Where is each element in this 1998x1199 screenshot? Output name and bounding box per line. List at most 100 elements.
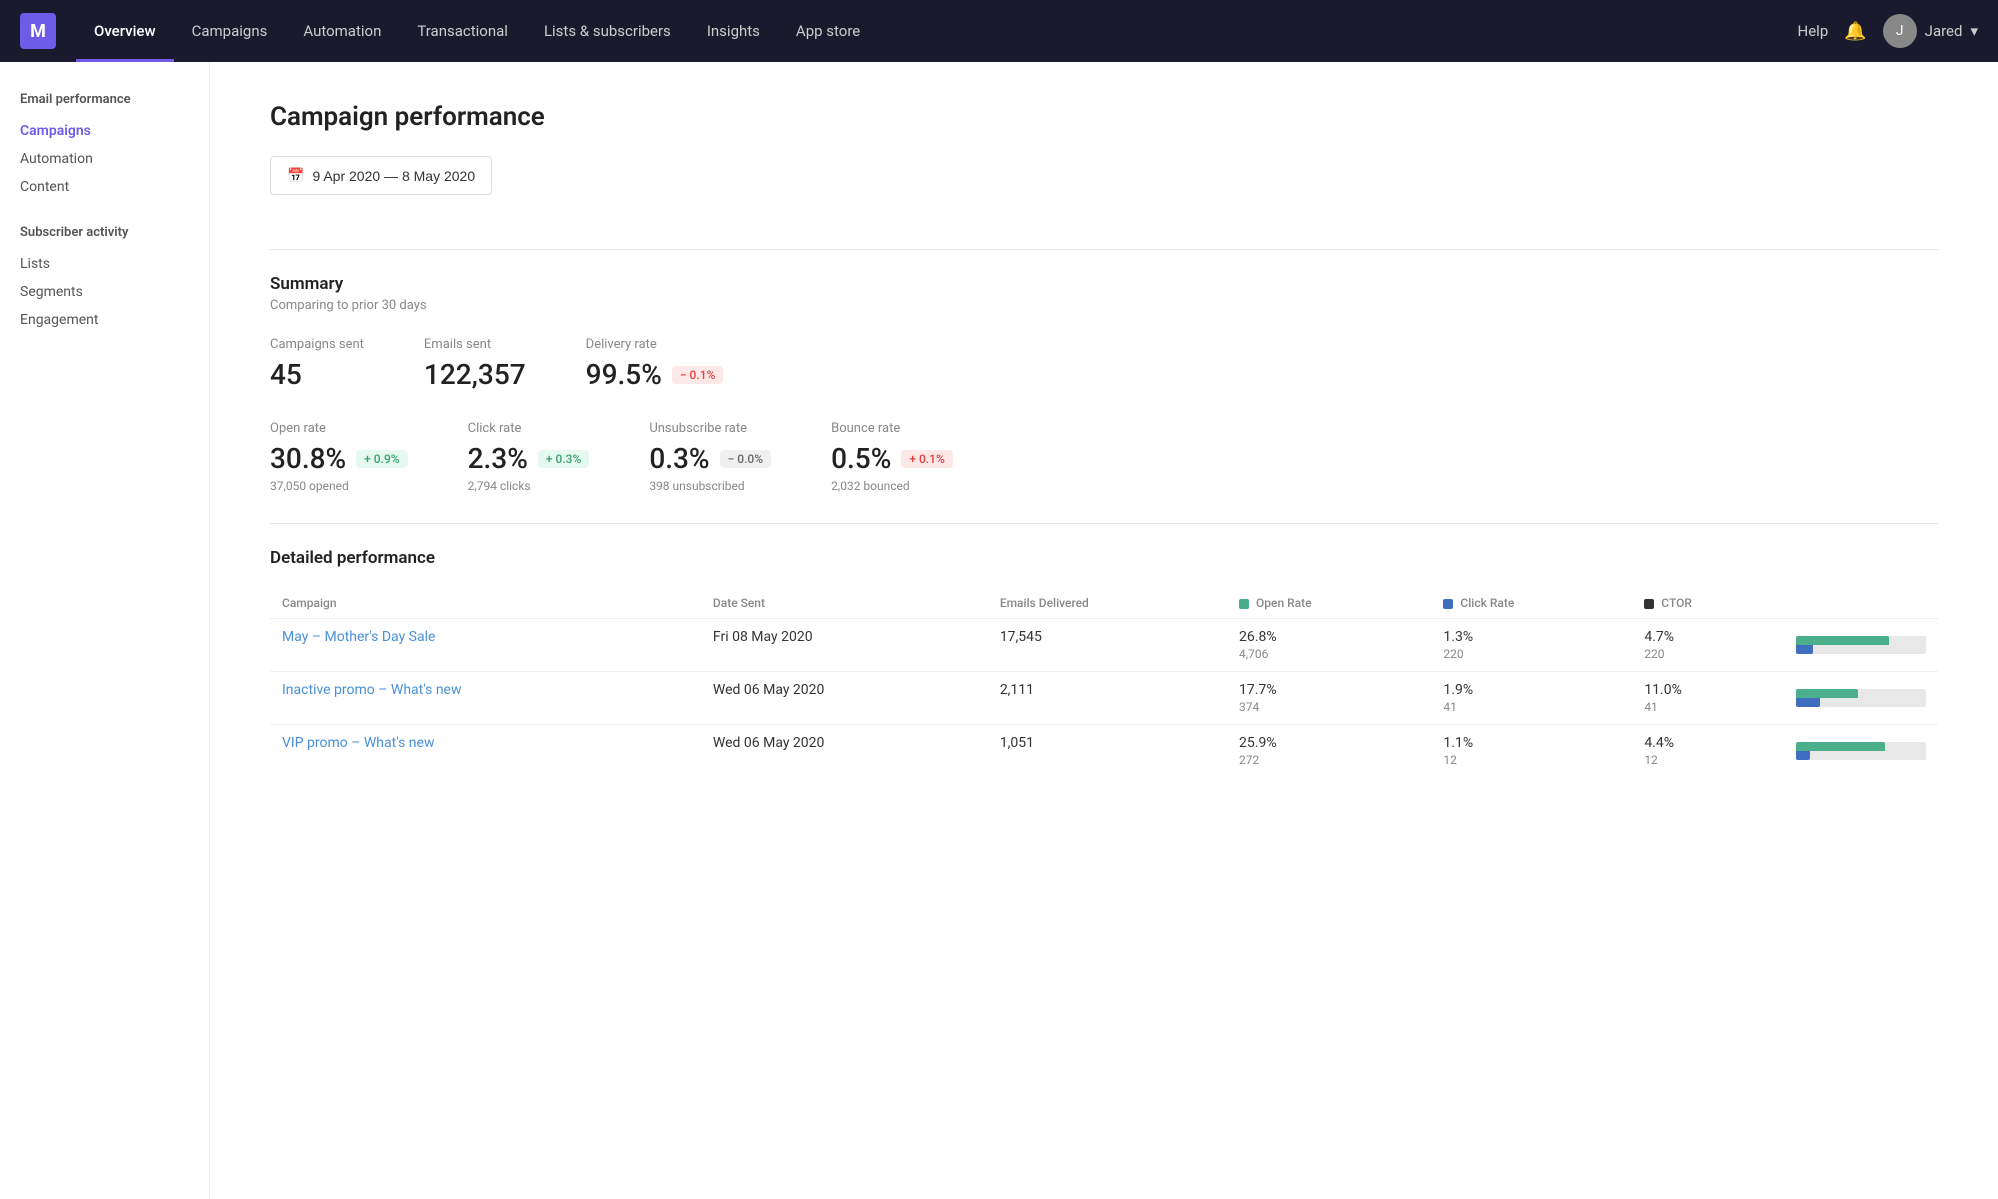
cell-emails-delivered: 2,111	[988, 672, 1227, 725]
stat-label: Open rate	[270, 421, 408, 436]
stat-delivery-rate: Delivery rate 99.5% − 0.1%	[586, 337, 724, 391]
open-rate-indicator	[1239, 599, 1249, 609]
col-date-sent: Date Sent	[701, 588, 988, 619]
cell-open-rate: 25.9% 272	[1227, 725, 1431, 778]
sidebar-item-engagement[interactable]: Engagement	[20, 306, 189, 334]
logo[interactable]: M	[20, 13, 56, 49]
stats-row-2: Open rate 30.8% + 0.9% 37,050 opened Cli…	[270, 421, 1938, 493]
bar-chart	[1796, 738, 1926, 764]
cell-ctor: 11.0% 41	[1632, 672, 1784, 725]
nav-item-campaigns[interactable]: Campaigns	[174, 0, 286, 62]
main-layout: Email performance Campaigns Automation C…	[0, 62, 1998, 1199]
bar-click	[1796, 698, 1820, 707]
cell-open-rate: 26.8% 4,706	[1227, 619, 1431, 672]
bar-open	[1796, 636, 1889, 645]
stat-bounce-rate: Bounce rate 0.5% + 0.1% 2,032 bounced	[831, 421, 953, 493]
top-navigation: M Overview Campaigns Automation Transact…	[0, 0, 1998, 62]
nav-item-lists-subscribers[interactable]: Lists & subscribers	[526, 0, 689, 62]
stat-value: 0.3% − 0.0%	[649, 442, 771, 475]
delivery-badge: − 0.1%	[672, 366, 724, 384]
sidebar-section-subscriber-activity: Subscriber activity	[20, 225, 189, 240]
cell-bar	[1784, 619, 1938, 672]
bar-open	[1796, 689, 1858, 698]
stat-value: 2.3% + 0.3%	[468, 442, 590, 475]
stat-open-rate: Open rate 30.8% + 0.9% 37,050 opened	[270, 421, 408, 493]
date-range-button[interactable]: 📅 9 Apr 2020 — 8 May 2020	[270, 156, 492, 195]
stat-value: 99.5% − 0.1%	[586, 358, 724, 391]
cell-campaign: May – Mother's Day Sale	[270, 619, 701, 672]
stat-click-rate: Click rate 2.3% + 0.3% 2,794 clicks	[468, 421, 590, 493]
stat-sub: 37,050 opened	[270, 479, 408, 493]
campaign-link[interactable]: VIP promo – What's new	[282, 735, 434, 751]
help-link[interactable]: Help	[1798, 22, 1829, 40]
nav-items: Overview Campaigns Automation Transactio…	[76, 0, 1798, 62]
cell-ctor: 4.4% 12	[1632, 725, 1784, 778]
stat-label: Emails sent	[424, 337, 526, 352]
bell-icon[interactable]: 🔔	[1844, 21, 1866, 42]
detailed-title: Detailed performance	[270, 548, 1938, 568]
col-click-rate: Click Rate	[1431, 588, 1632, 619]
click-rate-badge: + 0.3%	[538, 450, 589, 468]
sidebar-item-lists[interactable]: Lists	[20, 250, 189, 278]
stat-campaigns-sent: Campaigns sent 45	[270, 337, 364, 391]
stat-unsubscribe-rate: Unsubscribe rate 0.3% − 0.0% 398 unsubsc…	[649, 421, 771, 493]
col-bar	[1784, 588, 1938, 619]
nav-item-transactional[interactable]: Transactional	[399, 0, 526, 62]
summary-section: Summary Comparing to prior 30 days Campa…	[270, 274, 1938, 493]
unsubscribe-rate-badge: − 0.0%	[720, 450, 772, 468]
col-ctor: CTOR	[1632, 588, 1784, 619]
stat-value: 30.8% + 0.9%	[270, 442, 408, 475]
campaign-link[interactable]: Inactive promo – What's new	[282, 682, 462, 698]
sidebar-item-content[interactable]: Content	[20, 173, 189, 201]
ctor-indicator	[1644, 599, 1654, 609]
bounce-rate-badge: + 0.1%	[901, 450, 952, 468]
cell-date-sent: Wed 06 May 2020	[701, 725, 988, 778]
bar-open	[1796, 742, 1885, 751]
page-title: Campaign performance	[270, 102, 1938, 132]
stat-label: Click rate	[468, 421, 590, 436]
table-row: Inactive promo – What's new Wed 06 May 2…	[270, 672, 1938, 725]
cell-open-rate: 17.7% 374	[1227, 672, 1431, 725]
cell-campaign: VIP promo – What's new	[270, 725, 701, 778]
nav-item-app-store[interactable]: App store	[778, 0, 878, 62]
stat-label: Bounce rate	[831, 421, 953, 436]
stat-label: Delivery rate	[586, 337, 724, 352]
user-name: Jared	[1925, 22, 1963, 40]
divider-1	[270, 249, 1938, 250]
nav-item-automation[interactable]: Automation	[285, 0, 399, 62]
main-content: Campaign performance 📅 9 Apr 2020 — 8 Ma…	[210, 62, 1998, 1199]
cell-emails-delivered: 17,545	[988, 619, 1227, 672]
stat-sub: 398 unsubscribed	[649, 479, 771, 493]
sidebar-item-automation[interactable]: Automation	[20, 145, 189, 173]
cell-date-sent: Fri 08 May 2020	[701, 619, 988, 672]
nav-item-insights[interactable]: Insights	[689, 0, 778, 62]
stat-emails-sent: Emails sent 122,357	[424, 337, 526, 391]
bar-chart	[1796, 632, 1926, 658]
campaign-link[interactable]: May – Mother's Day Sale	[282, 629, 435, 645]
sidebar-section-email-performance: Email performance	[20, 92, 189, 107]
cell-bar	[1784, 672, 1938, 725]
cell-click-rate: 1.3% 220	[1431, 619, 1632, 672]
user-menu[interactable]: J Jared ▾	[1883, 14, 1978, 48]
nav-right: Help 🔔 J Jared ▾	[1798, 14, 1978, 48]
sidebar-item-segments[interactable]: Segments	[20, 278, 189, 306]
bar-click	[1796, 751, 1810, 760]
table-row: May – Mother's Day Sale Fri 08 May 2020 …	[270, 619, 1938, 672]
divider-2	[270, 523, 1938, 524]
cell-bar	[1784, 725, 1938, 778]
nav-item-overview[interactable]: Overview	[76, 0, 174, 62]
stat-value: 45	[270, 358, 364, 391]
cell-click-rate: 1.1% 12	[1431, 725, 1632, 778]
sidebar-item-campaigns[interactable]: Campaigns	[20, 117, 189, 145]
chevron-down-icon: ▾	[1970, 22, 1978, 40]
col-open-rate: Open Rate	[1227, 588, 1431, 619]
cell-click-rate: 1.9% 41	[1431, 672, 1632, 725]
cell-date-sent: Wed 06 May 2020	[701, 672, 988, 725]
summary-title: Summary	[270, 274, 1938, 294]
open-rate-badge: + 0.9%	[356, 450, 407, 468]
stat-value: 122,357	[424, 358, 526, 391]
stat-label: Unsubscribe rate	[649, 421, 771, 436]
col-emails-delivered: Emails Delivered	[988, 588, 1227, 619]
stat-sub: 2,032 bounced	[831, 479, 953, 493]
table-row: VIP promo – What's new Wed 06 May 2020 1…	[270, 725, 1938, 778]
